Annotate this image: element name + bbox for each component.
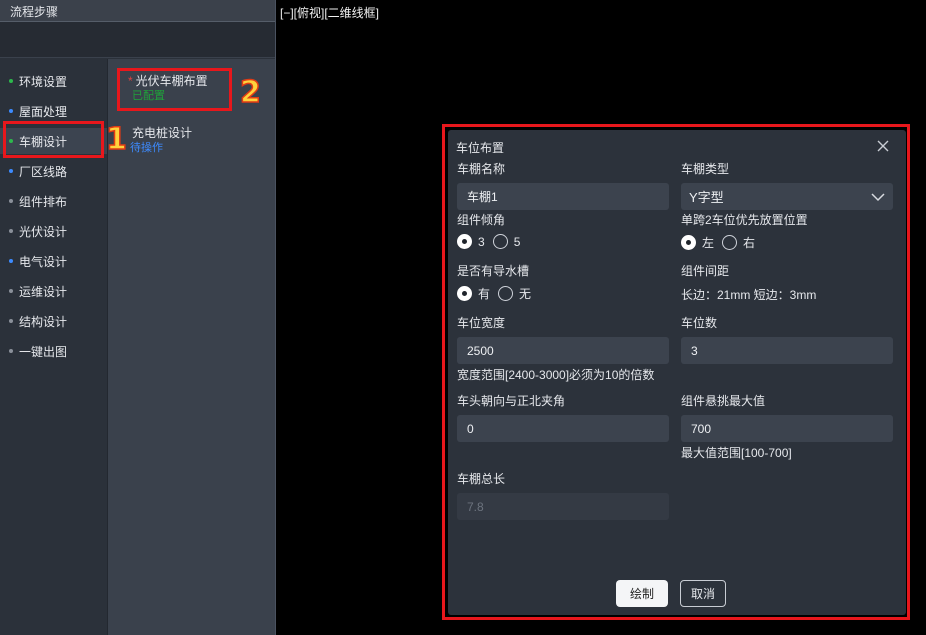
- radio-label: 5: [513, 234, 521, 249]
- shed-name-label: 车棚名称: [457, 162, 506, 176]
- step-label: 光伏设计: [19, 224, 68, 239]
- length-label: 车棚总长: [457, 472, 506, 486]
- step-item-pv-design[interactable]: 光伏设计: [0, 218, 107, 244]
- shed-type-label: 车棚类型: [681, 162, 730, 176]
- tilt-radio-3[interactable]: 3: [457, 234, 485, 249]
- gutter-label: 是否有导水槽: [457, 264, 530, 278]
- step-item-environment[interactable]: 环境设置: [0, 68, 107, 94]
- step-item-om[interactable]: 运维设计: [0, 278, 107, 304]
- step-item-site-lines[interactable]: 厂区线路: [0, 158, 107, 184]
- panel-header: 流程步骤: [0, 0, 275, 22]
- shed-name-input[interactable]: 车棚1: [457, 183, 669, 210]
- parking-layout-dialog: 车位布置 车棚名称 车棚1 车棚类型 Y字型 组件倾角 3 5 单跨2车位优先放…: [448, 130, 906, 615]
- required-star: *: [128, 74, 133, 88]
- step-item-export[interactable]: 一键出图: [0, 338, 107, 364]
- radio-circle: [492, 234, 508, 249]
- status-dot: [9, 289, 13, 293]
- radio-label: 左: [702, 236, 715, 250]
- span-radio-left[interactable]: 左: [681, 234, 714, 251]
- step-item-electrical[interactable]: 电气设计: [0, 248, 107, 274]
- close-icon: [877, 140, 889, 152]
- step-item-module-layout[interactable]: 组件排布: [0, 188, 107, 214]
- overhang-label: 组件悬挑最大值: [681, 394, 766, 408]
- substep-title: 充电桩设计: [132, 126, 193, 140]
- count-input[interactable]: 3: [681, 337, 893, 364]
- radio-label: 无: [519, 287, 532, 301]
- length-input: 7.8: [457, 493, 669, 520]
- draw-button[interactable]: 绘制: [616, 580, 668, 607]
- shed-type-select[interactable]: Y字型: [681, 183, 893, 210]
- gutter-radio-yes[interactable]: 有: [457, 285, 490, 302]
- step-label: 电气设计: [19, 254, 68, 269]
- radio-circle: [457, 234, 472, 249]
- step-label: 一键出图: [19, 344, 68, 359]
- radio-circle: [722, 235, 738, 250]
- tilt-label: 组件倾角: [457, 213, 506, 227]
- substeps-list: * 光伏车棚布置 已配置 充电桩设计 待操作: [107, 59, 275, 635]
- radio-circle: [498, 286, 514, 301]
- status-dot: [9, 229, 13, 233]
- span-radio-right[interactable]: 右: [722, 234, 755, 251]
- step-label: 组件排布: [19, 194, 68, 209]
- annotation-number-2: 2: [239, 75, 261, 110]
- count-label: 车位数: [681, 316, 718, 330]
- width-label: 车位宽度: [457, 316, 506, 330]
- status-dot: [9, 139, 13, 143]
- overhang-input[interactable]: 700: [681, 415, 893, 442]
- overhang-hint: 最大值范围[100-700]: [681, 446, 792, 460]
- spacing-value: 长边：21mm 短边：3mm: [681, 288, 817, 302]
- tilt-radio-group: 3 5: [457, 234, 528, 249]
- annotation-number-1: 1: [105, 122, 127, 157]
- tilt-radio-5[interactable]: 5: [492, 234, 521, 249]
- radio-label: 右: [743, 236, 756, 250]
- width-input[interactable]: 2500: [457, 337, 669, 364]
- radio-label: 有: [478, 287, 491, 301]
- step-item-roof[interactable]: 屋面处理: [0, 98, 107, 124]
- viewport-label[interactable]: [−][俯视][二维线框]: [280, 4, 379, 21]
- substep-title: 光伏车棚布置: [135, 74, 208, 88]
- step-label: 车棚设计: [19, 134, 68, 149]
- span-position-label: 单跨2车位优先放置位置: [681, 213, 808, 227]
- status-dot: [9, 349, 13, 353]
- status-dot: [9, 199, 13, 203]
- substep-status: 待操作: [130, 142, 163, 154]
- status-dot: [9, 169, 13, 173]
- status-dot: [9, 109, 13, 113]
- span-radio-group: 左 右: [681, 234, 763, 251]
- angle-input[interactable]: 0: [457, 415, 669, 442]
- step-label: 环境设置: [19, 74, 68, 89]
- radio-label: 3: [478, 234, 485, 249]
- step-label: 运维设计: [19, 284, 68, 299]
- shed-type-value: Y字型: [689, 190, 724, 205]
- substep-charging-pile[interactable]: 充电桩设计 待操作: [108, 125, 276, 156]
- radio-circle: [681, 235, 696, 250]
- gutter-radio-group: 有 无: [457, 285, 539, 302]
- step-item-carport[interactable]: 车棚设计: [0, 128, 107, 154]
- angle-label: 车头朝向与正北夹角: [457, 394, 566, 408]
- chevron-down-icon: [871, 192, 885, 201]
- process-steps-panel: 流程步骤 环境设置 屋面处理 车棚设计 厂区线路 组件排布 光伏设计 电气设计 …: [0, 0, 276, 635]
- step-item-structure[interactable]: 结构设计: [0, 308, 107, 334]
- status-dot: [9, 319, 13, 323]
- radio-circle: [457, 286, 472, 301]
- gutter-radio-no[interactable]: 无: [498, 285, 531, 302]
- close-button[interactable]: [876, 139, 890, 153]
- width-hint: 宽度范围[2400-3000]必须为10的倍数: [457, 368, 655, 382]
- status-dot: [9, 79, 13, 83]
- step-label: 屋面处理: [19, 104, 68, 119]
- spacing-label: 组件间距: [681, 264, 730, 278]
- cancel-button[interactable]: 取消: [680, 580, 726, 607]
- panel-toolbar: [0, 22, 275, 58]
- dialog-title: 车位布置: [456, 141, 505, 155]
- step-label: 厂区线路: [19, 164, 68, 179]
- step-label: 结构设计: [19, 314, 68, 329]
- steps-list: 环境设置 屋面处理 车棚设计 厂区线路 组件排布 光伏设计 电气设计 运维设计: [0, 59, 107, 635]
- status-dot: [9, 259, 13, 263]
